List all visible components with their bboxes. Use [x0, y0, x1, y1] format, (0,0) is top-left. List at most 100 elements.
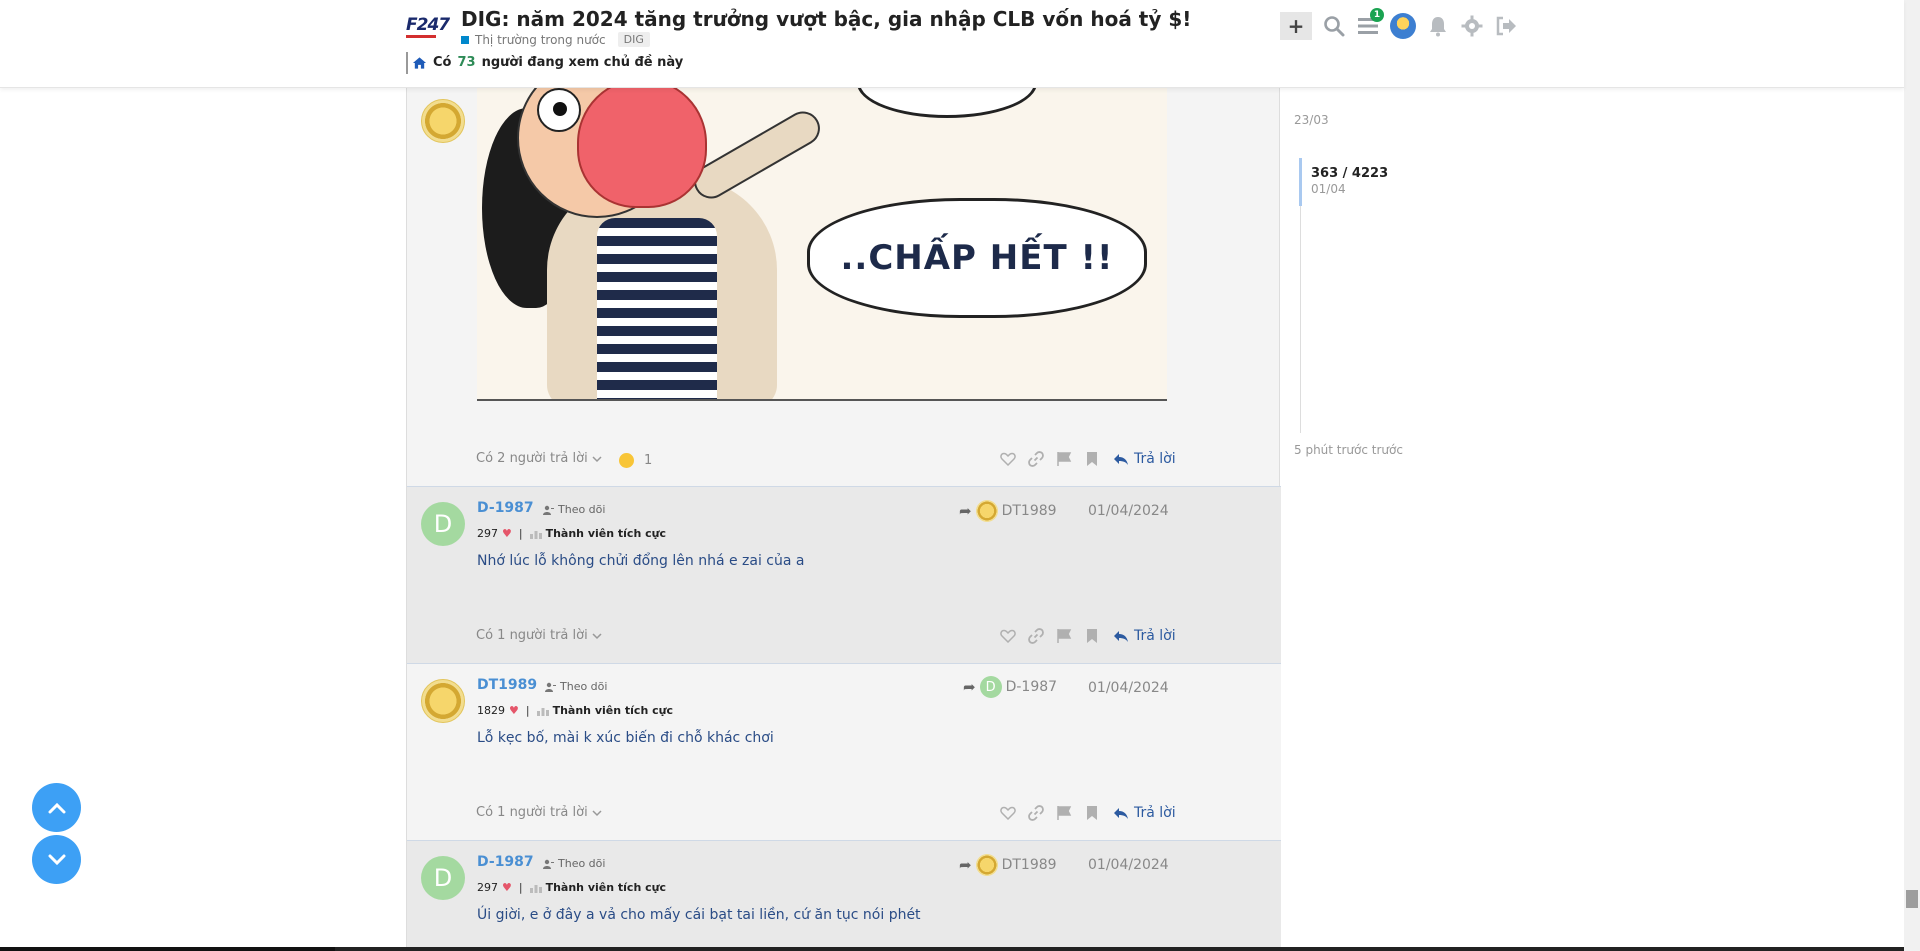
- reply-button[interactable]: Trả lời: [1113, 628, 1176, 644]
- comic-striped-shirt: [597, 218, 717, 399]
- follow-button[interactable]: Theo dõi: [543, 503, 605, 516]
- topic-header: F247 DIG: năm 2024 tăng trưởng vượt bậc,…: [0, 0, 1904, 88]
- logout-icon[interactable]: [1494, 14, 1518, 38]
- link-icon[interactable]: [1027, 627, 1045, 645]
- scroll-down-button[interactable]: [32, 835, 81, 884]
- chevron-down-icon: [48, 854, 65, 865]
- reply-button[interactable]: Trả lời: [1113, 451, 1176, 467]
- site-logo[interactable]: F247: [406, 15, 456, 39]
- category-badge[interactable]: Thị trường trong nước DIG: [461, 32, 650, 47]
- bell-icon[interactable]: [1426, 14, 1450, 38]
- reply-arrow-icon: [1114, 630, 1128, 642]
- user-rank: Thành viên tích cực: [545, 527, 666, 540]
- timeline-end-date[interactable]: 5 phút trước trước: [1294, 443, 1403, 457]
- user-avatar[interactable]: [1390, 13, 1416, 39]
- laughing-emoji-icon: [619, 453, 634, 468]
- timeline-position-date: 01/04: [1311, 182, 1346, 196]
- timeline-handle[interactable]: [1299, 158, 1302, 206]
- like-heart-icon[interactable]: [999, 450, 1017, 468]
- replies-toggle[interactable]: Có 2 người trả lời: [476, 451, 602, 466]
- link-icon[interactable]: [1027, 804, 1045, 822]
- reply-button[interactable]: Trả lời: [1113, 805, 1176, 821]
- viewers-prefix: Có: [433, 55, 452, 70]
- gear-icon[interactable]: [1460, 14, 1484, 38]
- avatar[interactable]: [421, 679, 465, 723]
- replies-toggle[interactable]: Có 1 người trả lời: [476, 805, 602, 820]
- reply-to-tab[interactable]: ➦ D D-1987: [963, 676, 1057, 698]
- mini-avatar: D: [979, 676, 1002, 698]
- post-actions: Trả lời: [999, 627, 1176, 645]
- logo-text: F247: [406, 15, 450, 35]
- like-count: 297: [477, 881, 498, 894]
- follow-label: Theo dõi: [558, 857, 606, 870]
- search-icon[interactable]: [1322, 14, 1346, 38]
- user-rank: Thành viên tích cực: [552, 704, 673, 717]
- link-icon[interactable]: [1027, 450, 1045, 468]
- username[interactable]: D-1987: [477, 500, 534, 516]
- replies-label: Có 1 người trả lời: [476, 628, 588, 643]
- viewers-suffix: người đang xem chủ đề này: [481, 55, 684, 70]
- comic-arm: [687, 105, 827, 205]
- follow-user-icon: [543, 505, 554, 515]
- post-date[interactable]: 01/04/2024: [1088, 680, 1169, 696]
- post-actions: Trả lời: [999, 450, 1176, 468]
- page-title[interactable]: DIG: năm 2024 tăng trưởng vượt bậc, gia …: [461, 7, 1191, 31]
- page-scrollbar[interactable]: [1904, 0, 1920, 951]
- avatar[interactable]: D: [421, 502, 465, 546]
- username[interactable]: DT1989: [477, 677, 537, 693]
- tag-dig[interactable]: DIG: [617, 32, 650, 47]
- post-stream: ..CHẤP HẾT !! Có 2 người trả lời 1 Trả l…: [406, 88, 1281, 951]
- reply-to-user: DT1989: [1001, 503, 1057, 519]
- reply-label: Trả lời: [1134, 451, 1176, 467]
- stat-divider: |: [518, 881, 523, 894]
- comic-image[interactable]: ..CHẤP HẾT !!: [477, 88, 1167, 401]
- avatar[interactable]: [421, 99, 465, 143]
- flag-icon[interactable]: [1055, 804, 1073, 822]
- reply-to-user: DT1989: [1001, 857, 1057, 873]
- flag-icon[interactable]: [1055, 627, 1073, 645]
- follow-button[interactable]: Theo dõi: [545, 680, 607, 693]
- like-count: 1829: [477, 704, 505, 717]
- bottom-edge: [0, 947, 1904, 951]
- chevron-down-icon: [592, 455, 602, 462]
- avatar[interactable]: D: [421, 856, 465, 900]
- reply-to-tab[interactable]: ➦ DT1989: [959, 500, 1057, 522]
- post: D D-1987 Theo dõi 297 ♥ | Thành viên tíc…: [407, 487, 1281, 664]
- bookmark-icon[interactable]: [1083, 627, 1101, 645]
- reaction-summary[interactable]: 1: [619, 453, 652, 468]
- follow-label: Theo dõi: [558, 503, 606, 516]
- username[interactable]: D-1987: [477, 854, 534, 870]
- timeline-start-date[interactable]: 23/03: [1294, 113, 1329, 127]
- follow-button[interactable]: Theo dõi: [543, 857, 605, 870]
- share-arrow-icon: ➦: [959, 856, 972, 874]
- follow-user-icon: [543, 859, 554, 869]
- new-topic-button[interactable]: +: [1280, 12, 1312, 40]
- reply-label: Trả lời: [1134, 805, 1176, 821]
- heart-icon: ♥: [502, 881, 512, 894]
- follow-user-icon: [545, 682, 556, 692]
- notification-badge[interactable]: 1: [1370, 8, 1384, 22]
- heart-icon: ♥: [502, 527, 512, 540]
- flag-icon[interactable]: [1055, 450, 1073, 468]
- like-heart-icon[interactable]: [999, 627, 1017, 645]
- rank-icon: [529, 530, 542, 539]
- category-name[interactable]: Thị trường trong nước: [475, 33, 606, 47]
- header-divider: [406, 52, 408, 74]
- mini-avatar: [975, 500, 998, 522]
- home-icon[interactable]: [412, 56, 427, 70]
- rank-icon: [529, 884, 542, 893]
- reaction-count: 1: [644, 453, 653, 468]
- post-date[interactable]: 01/04/2024: [1088, 857, 1169, 873]
- header-icons: +: [1280, 12, 1518, 40]
- comic-heart: [577, 88, 707, 208]
- mini-avatar: [975, 854, 998, 876]
- replies-toggle[interactable]: Có 1 người trả lời: [476, 628, 602, 643]
- scroll-up-button[interactable]: [32, 783, 81, 832]
- scrollbar-thumb[interactable]: [1906, 890, 1918, 908]
- chevron-down-icon: [592, 632, 602, 639]
- post-date[interactable]: 01/04/2024: [1088, 503, 1169, 519]
- bookmark-icon[interactable]: [1083, 450, 1101, 468]
- bookmark-icon[interactable]: [1083, 804, 1101, 822]
- like-heart-icon[interactable]: [999, 804, 1017, 822]
- reply-to-tab[interactable]: ➦ DT1989: [959, 854, 1057, 876]
